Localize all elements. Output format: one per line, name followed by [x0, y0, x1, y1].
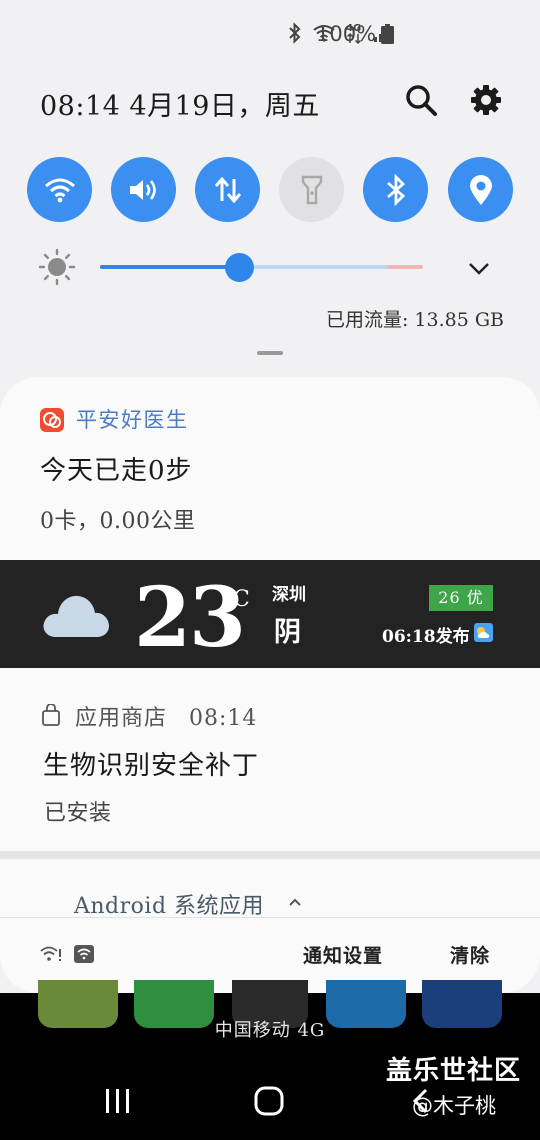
cloud-icon — [43, 595, 109, 637]
mobile-data-toggle[interactable] — [195, 157, 260, 222]
watermark-title: 盖乐世社区 — [386, 1056, 522, 1086]
quick-settings-row — [27, 157, 517, 223]
notification-panel: 平安好医生 今天已走0步 0卡，0.00公里 23 °C 深圳 阴 26 优 0… — [0, 377, 540, 993]
notification-app-name: 平安好医生 — [76, 408, 189, 432]
brightness-fill — [100, 265, 239, 269]
wifi-icon — [44, 178, 75, 202]
brightness-slider[interactable] — [100, 253, 423, 282]
weather-app-icon — [474, 623, 493, 642]
notification-settings-button[interactable]: 通知设置 — [303, 941, 383, 968]
recents-icon[interactable] — [104, 1088, 132, 1114]
location-toggle[interactable] — [448, 157, 513, 222]
footer-divider — [0, 917, 540, 918]
divider — [0, 851, 540, 859]
bluetooth-icon — [289, 22, 301, 44]
notification-weather[interactable] — [0, 560, 540, 668]
notification-group-label[interactable]: Android 系统应用 — [74, 888, 264, 920]
notification-title[interactable]: 生物识别安全补丁 — [43, 745, 259, 782]
date-time: 08:14 4月19日，周五 — [40, 91, 320, 122]
wifi-alert-icon — [40, 946, 61, 961]
search-icon[interactable] — [403, 82, 439, 118]
sound-toggle[interactable] — [111, 157, 176, 222]
chevron-down-icon[interactable] — [465, 255, 493, 281]
notification-app-name: 应用商店 08:14 — [75, 700, 257, 732]
battery-icon — [381, 24, 394, 44]
chevron-up-icon[interactable] — [287, 895, 303, 909]
brightness-thumb[interactable] — [224, 253, 254, 282]
weather-condition: 阴 — [274, 617, 301, 648]
shopping-bag-icon — [42, 704, 60, 726]
speaker-icon — [129, 179, 156, 200]
watermark-author: @木子桃 — [412, 1094, 496, 1118]
app-icon — [40, 408, 64, 432]
flashlight-toggle[interactable] — [279, 157, 344, 222]
store-app-name: 应用商店 — [75, 706, 168, 731]
home-icon[interactable] — [254, 1086, 284, 1116]
drag-handle[interactable] — [257, 351, 283, 355]
bluetooth-icon — [386, 173, 405, 206]
notification-title: 今天已走0步 — [40, 456, 193, 486]
bluetooth-toggle[interactable] — [363, 157, 428, 222]
gear-icon[interactable] — [468, 82, 504, 118]
notification-text: 已安装 — [44, 801, 112, 826]
weather-published-time: 06:18发布 — [382, 627, 470, 647]
weather-unit: °C — [222, 587, 250, 612]
notification-health[interactable]: 平安好医生 今天已走0步 0卡，0.00公里 — [0, 377, 540, 557]
weather-city: 深圳 — [272, 585, 306, 605]
data-arrows-icon — [214, 176, 241, 203]
wifi-toggle[interactable] — [27, 157, 92, 222]
wifi-box-icon — [74, 945, 94, 963]
footer-icons — [40, 945, 94, 963]
location-pin-icon — [469, 174, 492, 205]
flashlight-icon — [301, 175, 322, 204]
carrier-label: 中国移动 4G — [214, 1020, 326, 1041]
sun-icon — [38, 248, 76, 286]
clear-button[interactable]: 清除 — [450, 941, 490, 968]
data-usage-text: 已用流量: 13.85 GB — [325, 309, 504, 331]
store-time: 08:14 — [189, 706, 258, 731]
notification-text: 0卡，0.00公里 — [40, 509, 196, 534]
aqi-badge: 26 优 — [429, 585, 493, 611]
battery-percent: 100% — [316, 22, 377, 46]
